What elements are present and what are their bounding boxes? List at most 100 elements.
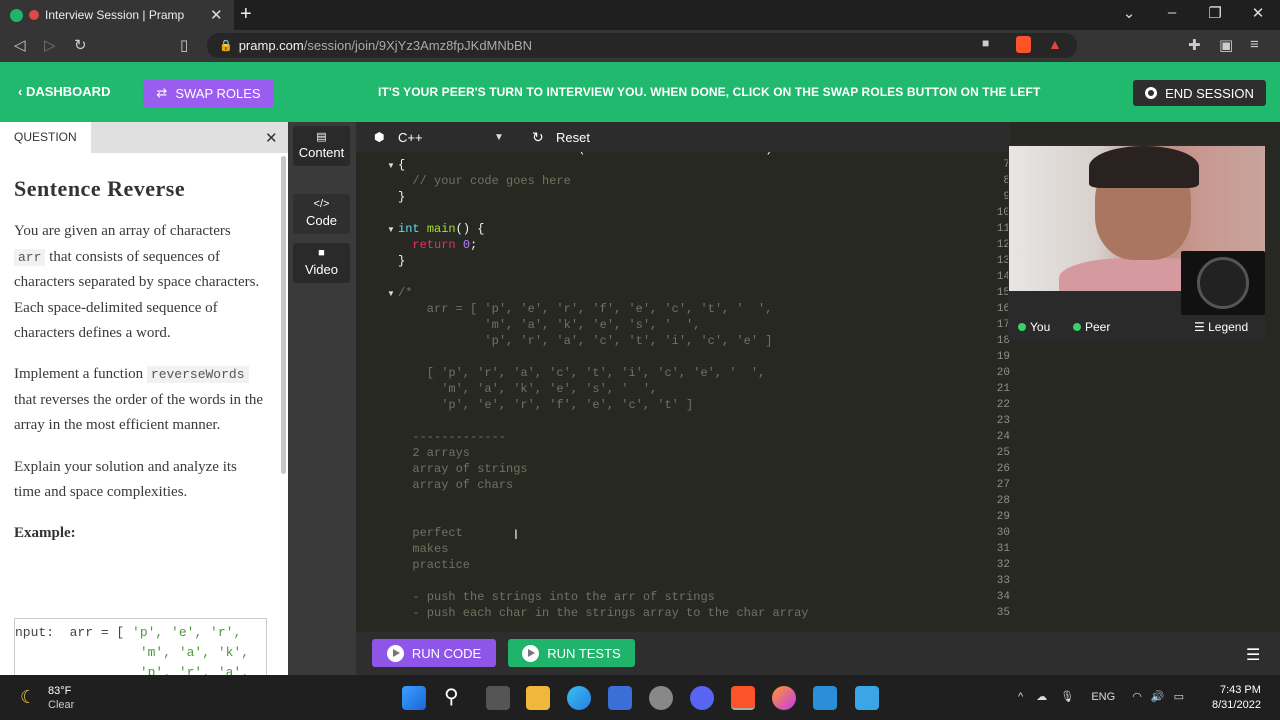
code-line: array of strings: [398, 462, 528, 476]
run-bar: RUN CODE RUN TESTS ☰: [356, 632, 1280, 675]
reload-icon[interactable]: ↻: [74, 36, 87, 54]
chevron-down-icon[interactable]: ▼: [494, 132, 504, 143]
code-line: /*: [398, 286, 413, 300]
chevron-up-icon[interactable]: ^: [1018, 691, 1023, 703]
fold-arrow-icon[interactable]: ▼: [387, 161, 395, 170]
restore-icon[interactable]: ❐: [1200, 4, 1230, 22]
code-line: 'm', 'a', 'k', 'e', 's', ' ',: [398, 318, 701, 332]
reset-button[interactable]: Reset: [556, 130, 590, 145]
extensions-icon[interactable]: ✚: [1188, 36, 1201, 54]
swap-roles-button[interactable]: ⇄ SWAP ROLES: [143, 79, 274, 107]
line-number: 18: [996, 335, 1010, 347]
swap-roles-label: SWAP ROLES: [175, 85, 261, 101]
line-number: 23: [996, 415, 1010, 427]
firefox-icon[interactable]: [772, 686, 796, 710]
line-number: 24: [996, 431, 1010, 443]
minimize-icon[interactable]: –: [1157, 4, 1187, 21]
discord-icon[interactable]: [690, 686, 714, 710]
volume-icon[interactable]: 🔊: [1151, 691, 1165, 703]
chrome-icon[interactable]: [649, 686, 673, 710]
line-number: 28: [996, 495, 1010, 507]
window-close-icon[interactable]: ✕: [1243, 4, 1273, 22]
video-button[interactable]: ■ Video: [293, 243, 350, 283]
code-area[interactable]: 6 vector<char> reverseWords( const vector…: [356, 152, 1010, 630]
battery-icon[interactable]: ▭: [1174, 691, 1184, 703]
brave-icon[interactable]: [731, 686, 755, 710]
line-number: 12: [996, 239, 1010, 251]
end-session-label: END SESSION: [1165, 85, 1254, 101]
peer-indicator: Peer: [1073, 320, 1110, 334]
wallet-icon[interactable]: ▣: [1219, 36, 1233, 54]
file-explorer-icon[interactable]: [526, 686, 550, 710]
example-block: nput: arr = [ 'p', 'e', 'r', 'm', 'a', '…: [14, 618, 267, 678]
tab-search-icon[interactable]: ⌄: [1114, 4, 1144, 22]
code-line: perfect: [398, 526, 463, 540]
question-close-icon[interactable]: ✕: [265, 129, 278, 147]
question-tab-bar: QUESTION ✕: [0, 122, 288, 153]
code-arr: arr: [14, 248, 46, 266]
fold-arrow-icon[interactable]: ▼: [387, 289, 395, 298]
code-line: vector<char> reverseWords( const vector<…: [398, 152, 773, 156]
store-icon[interactable]: [608, 686, 632, 710]
language-indicator[interactable]: ENG: [1091, 691, 1115, 703]
text-cursor-icon: I: [514, 526, 518, 542]
pramp-favicon-icon: [10, 8, 23, 22]
back-icon[interactable]: ◁: [14, 36, 26, 54]
browser-tab[interactable]: Interview Session | Pramp: [0, 0, 234, 30]
notepad-icon[interactable]: [855, 686, 879, 710]
reset-icon: ↻: [532, 129, 544, 145]
line-number: 7: [1003, 159, 1010, 171]
line-number: 25: [996, 447, 1010, 459]
weather-widget[interactable]: 83°F Clear: [48, 684, 74, 712]
question-panel: QUESTION ✕ Sentence Reverse You are give…: [0, 122, 288, 678]
dashboard-link[interactable]: ‹ DASHBOARD: [18, 84, 110, 99]
code-line: }: [398, 190, 406, 204]
question-paragraph-3: Explain your solution and analyze its ti…: [14, 458, 237, 501]
windows-start-icon[interactable]: [402, 686, 426, 710]
line-number: 16: [996, 303, 1010, 315]
tab-close-icon[interactable]: ✕: [210, 6, 223, 24]
legend-button[interactable]: ☰ Legend: [1194, 320, 1248, 334]
question-paragraph-2: Implement a function reverseWords that r…: [14, 366, 264, 434]
code-line: // your code goes here: [398, 174, 571, 188]
bookmark-icon[interactable]: ▯: [180, 36, 188, 54]
forward-icon[interactable]: ▷: [44, 36, 56, 54]
wifi-icon[interactable]: ◠: [1132, 691, 1142, 703]
moon-weather-icon: ☾: [20, 687, 37, 707]
question-scrollbar[interactable]: [281, 156, 286, 474]
end-session-button[interactable]: END SESSION: [1133, 80, 1266, 106]
camera-icon[interactable]: ■: [982, 36, 989, 50]
screen: Interview Session | Pramp ✕ + ⌄ – ❐ ✕ ◁ …: [0, 0, 1280, 720]
code-line: - push the strings into the arr of strin…: [398, 590, 715, 604]
code-line: int main() {: [398, 222, 485, 236]
turn-notice: IT'S YOUR PEER'S TURN TO INTERVIEW YOU. …: [378, 85, 1041, 99]
fold-arrow-icon[interactable]: ▼: [387, 225, 395, 234]
content-button[interactable]: ▤ Content: [293, 126, 350, 166]
mail-icon[interactable]: [813, 686, 837, 710]
question-title: Sentence Reverse: [14, 176, 186, 201]
line-number: 31: [996, 543, 1010, 555]
brave-shield-icon[interactable]: [1016, 36, 1031, 53]
code-line: {: [398, 158, 406, 172]
browser-menu-icon[interactable]: ≡: [1250, 36, 1259, 53]
brave-rewards-icon[interactable]: ▲: [1048, 36, 1062, 52]
lock-icon: 🔒: [219, 40, 233, 52]
url-field[interactable]: 🔒 pramp.com/session/join/9XjYz3Amz8fpJKd…: [207, 33, 1077, 58]
document-icon: ▤: [316, 131, 327, 143]
edge-icon[interactable]: [567, 686, 591, 710]
search-icon[interactable]: ⚲: [444, 684, 459, 709]
new-tab-icon[interactable]: +: [240, 3, 252, 26]
cloud-icon[interactable]: ☁: [1036, 691, 1047, 703]
line-number: 26: [996, 463, 1010, 475]
run-tests-button[interactable]: RUN TESTS: [508, 639, 635, 667]
task-view-icon[interactable]: [486, 686, 510, 710]
code-button[interactable]: </> Code: [293, 194, 350, 234]
language-select[interactable]: C++: [398, 130, 423, 145]
code-line: 'p', 'r', 'a', 'c', 't', 'i', 'c', 'e' ]: [398, 334, 773, 348]
clock[interactable]: 7:43 PM 8/31/2022: [1212, 683, 1261, 713]
cpp-icon: ⬢: [374, 130, 385, 144]
microphone-icon[interactable]: 🎙: [1060, 691, 1074, 703]
hamburger-menu-icon[interactable]: ☰: [1246, 645, 1260, 665]
tab-question[interactable]: QUESTION: [0, 122, 91, 153]
run-code-button[interactable]: RUN CODE: [372, 639, 496, 667]
